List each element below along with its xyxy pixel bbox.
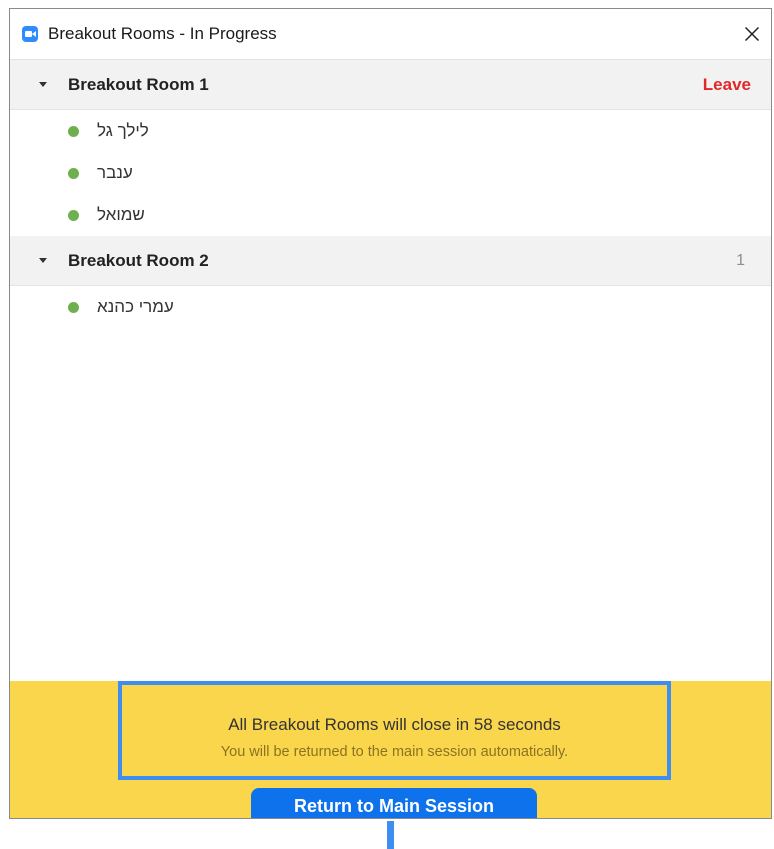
participant-name: לילך גל <box>97 121 149 140</box>
title-bar: Breakout Rooms - In Progress <box>10 9 771 60</box>
online-status-icon <box>68 125 79 137</box>
caret-down-icon[interactable] <box>39 82 47 87</box>
return-info-message: You will be returned to the main session… <box>220 744 569 760</box>
participant-row: לילך גל <box>10 110 771 152</box>
close-icon <box>744 26 760 42</box>
room-name: Breakout Room 2 <box>68 250 209 270</box>
highlight-pointer <box>387 821 394 849</box>
countdown-message: All Breakout Rooms will close in 58 seco… <box>228 715 561 734</box>
close-button[interactable] <box>737 19 767 49</box>
participant-name: עמרי כהנא <box>97 297 174 316</box>
room-header-1[interactable]: Breakout Room 1 Leave <box>10 60 771 110</box>
participant-name: שמואל <box>97 205 145 224</box>
online-status-icon <box>68 301 79 313</box>
online-status-icon <box>68 167 79 179</box>
participant-name: ענבר <box>97 163 133 182</box>
zoom-camera-icon <box>22 26 38 42</box>
return-to-main-session-button[interactable]: Return to Main Session <box>251 788 537 818</box>
countdown-notice: All Breakout Rooms will close in 58 seco… <box>118 681 671 780</box>
leave-room-button[interactable]: Leave <box>703 75 751 95</box>
participant-row: עמרי כהנא <box>10 286 771 328</box>
window-title: Breakout Rooms - In Progress <box>48 24 277 43</box>
participant-row: שמואל <box>10 194 771 236</box>
room-participant-count: 1 <box>736 251 745 269</box>
participant-row: ענבר <box>10 152 771 194</box>
room-header-2[interactable]: Breakout Room 2 1 <box>10 236 771 286</box>
room-name: Breakout Room 1 <box>68 74 209 94</box>
caret-down-icon[interactable] <box>39 258 47 263</box>
online-status-icon <box>68 209 79 221</box>
breakout-rooms-window: Breakout Rooms - In Progress Breakout Ro… <box>9 8 772 819</box>
closing-banner: All Breakout Rooms will close in 58 seco… <box>10 681 771 818</box>
